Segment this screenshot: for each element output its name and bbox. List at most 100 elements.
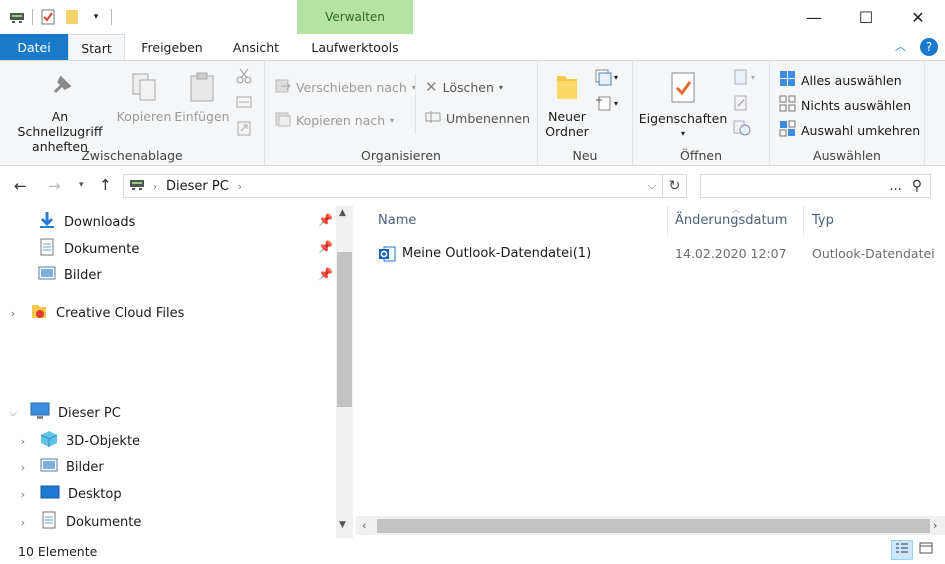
context-tab-verwalten[interactable]: Verwalten (297, 0, 413, 34)
properties-icon[interactable] (39, 8, 57, 26)
customize-qat-icon[interactable]: ▾ (87, 8, 105, 26)
nav-item-bilder[interactable]: Bilder (38, 265, 102, 285)
refresh-button[interactable]: ↻ (663, 174, 687, 198)
expand-chevron-icon[interactable]: › (18, 516, 28, 529)
properties-button[interactable]: Eigenschaften ▾ (637, 72, 729, 141)
collapse-ribbon-icon[interactable]: ︿ (895, 38, 906, 54)
organisieren-label: Organisieren (361, 148, 441, 163)
scroll-left-icon[interactable]: ‹ (362, 519, 366, 532)
nav-item-desktop[interactable]: › Desktop (18, 484, 122, 504)
history-icon[interactable] (733, 120, 751, 140)
nav-item-downloads[interactable]: Downloads (38, 211, 135, 233)
scroll-down-icon[interactable]: ▼ (339, 520, 346, 530)
edit-icon[interactable] (733, 94, 749, 116)
move-to-button[interactable]: Verschieben nach ▾ (275, 78, 416, 97)
new-item-button[interactable]: ▾ (594, 68, 618, 86)
pin-icon[interactable]: 📌 (318, 240, 333, 254)
pin-icon (47, 74, 73, 103)
copy-button[interactable]: Kopieren (116, 72, 172, 124)
help-button[interactable]: ? (920, 38, 938, 56)
nav-item-dieser-pc[interactable]: ⌵ Dieser PC (8, 402, 121, 424)
download-icon (38, 211, 56, 233)
document-icon (40, 511, 58, 533)
invert-selection-button[interactable]: Auswahl umkehren (779, 120, 920, 140)
breadcrumb-chevron-icon[interactable]: › (150, 180, 160, 193)
select-none-button[interactable]: Nichts auswählen (779, 95, 911, 115)
nav-item-creative-cloud[interactable]: › Creative Cloud Files (8, 302, 184, 324)
nav-label: Dieser PC (58, 405, 121, 421)
nav-item-dokumente[interactable]: Dokumente (38, 238, 139, 260)
address-bar[interactable]: › Dieser PC › ⌵ (123, 174, 663, 198)
new-folder-icon[interactable] (63, 8, 81, 26)
file-row[interactable]: Meine Outlook-Datendatei(1) 14.02.2020 1… (372, 242, 943, 266)
open-button[interactable]: ▾ (733, 68, 755, 86)
tab-freigeben[interactable]: Freigeben (128, 34, 216, 60)
nav-label: Dokumente (66, 514, 142, 530)
breadcrumb-dieser-pc[interactable]: Dieser PC (166, 179, 229, 194)
column-header-date[interactable]: Änderungsdatum (675, 213, 787, 228)
copy-to-label: Kopieren nach (296, 113, 386, 128)
pin-quick-access-button[interactable]: An Schnellzugriff anheften (8, 74, 112, 154)
scroll-right-icon[interactable]: › (933, 519, 937, 532)
qat-divider (111, 9, 112, 25)
close-button[interactable]: ✕ (892, 0, 944, 34)
new-folder-button[interactable]: Neuer Ordner (542, 72, 592, 139)
address-dropdown-icon[interactable]: ⌵ (648, 179, 656, 193)
copy-label: Kopieren (116, 109, 172, 124)
expand-chevron-icon[interactable]: › (8, 307, 18, 320)
outlook-data-file-icon (378, 245, 396, 267)
rename-icon (425, 111, 441, 126)
scroll-up-icon[interactable]: ▲ (339, 208, 346, 218)
select-all-button[interactable]: Alles auswählen (779, 70, 902, 90)
large-icons-view-button[interactable] (915, 540, 937, 560)
maximize-button[interactable]: ☐ (840, 0, 892, 34)
paste-shortcut-icon[interactable] (236, 120, 252, 140)
paste-icon (189, 72, 215, 105)
neu-label: Neu (572, 148, 598, 163)
tab-datei[interactable]: Datei (0, 34, 68, 60)
back-icon[interactable]: ← (14, 177, 27, 195)
group-organisieren: Verschieben nach ▾ Kopieren nach ▾ ✕ Lös… (265, 60, 538, 166)
details-view-button[interactable] (891, 540, 913, 560)
forward-icon[interactable]: → (48, 177, 61, 195)
file-name: Meine Outlook-Datendatei(1) (402, 246, 592, 261)
paste-button[interactable]: Einfügen (174, 72, 230, 124)
cut-icon[interactable] (236, 68, 252, 88)
tab-laufwerktools[interactable]: Laufwerktools (297, 34, 413, 60)
pin-icon[interactable]: 📌 (318, 267, 333, 281)
column-divider[interactable] (667, 206, 668, 236)
breadcrumb-chevron-icon[interactable]: › (235, 180, 245, 193)
column-header-name[interactable]: Name (378, 213, 416, 228)
nav-item-dokumente-pc[interactable]: › Dokumente (18, 511, 141, 533)
nav-item-bilder-pc[interactable]: › Bilder (18, 457, 104, 477)
open-icon (734, 69, 747, 85)
expand-chevron-icon[interactable]: › (18, 435, 28, 448)
collapse-chevron-icon[interactable]: ⌵ (8, 408, 18, 419)
column-divider[interactable] (803, 206, 804, 236)
nav-label: 3D-Objekte (66, 433, 141, 449)
column-header-type[interactable]: Typ (812, 213, 834, 228)
nav-scrollbar-thumb[interactable] (337, 252, 352, 407)
tab-ansicht[interactable]: Ansicht (218, 34, 294, 60)
drive-icon[interactable] (8, 8, 26, 26)
rename-button[interactable]: Umbenennen (425, 111, 530, 126)
nav-item-3d-objekte[interactable]: › 3D-Objekte (18, 430, 140, 452)
horizontal-scrollbar-thumb[interactable] (377, 519, 930, 533)
minimize-button[interactable]: — (788, 0, 840, 34)
delete-button[interactable]: ✕ Löschen ▾ (425, 78, 503, 96)
expand-chevron-icon[interactable]: › (18, 488, 28, 501)
up-icon[interactable]: ↑ (99, 176, 112, 194)
qat-divider (32, 9, 33, 25)
auswaehlen-label: Auswählen (813, 148, 881, 163)
search-input[interactable]: ... ⚲ (700, 174, 931, 198)
copy-to-button[interactable]: Kopieren nach ▾ (275, 111, 394, 130)
item-count: 10 Elemente (18, 543, 98, 559)
easy-access-button[interactable]: ▾ (594, 94, 618, 112)
pin-icon[interactable]: 📌 (318, 213, 333, 227)
expand-chevron-icon[interactable]: › (18, 461, 28, 474)
copy-path-icon[interactable] (236, 96, 252, 112)
computer-icon (30, 402, 50, 424)
tab-start[interactable]: Start (68, 34, 125, 61)
zwischenablage-label: Zwischenablage (81, 148, 183, 163)
recent-locations-icon[interactable]: ▾ (79, 180, 84, 190)
